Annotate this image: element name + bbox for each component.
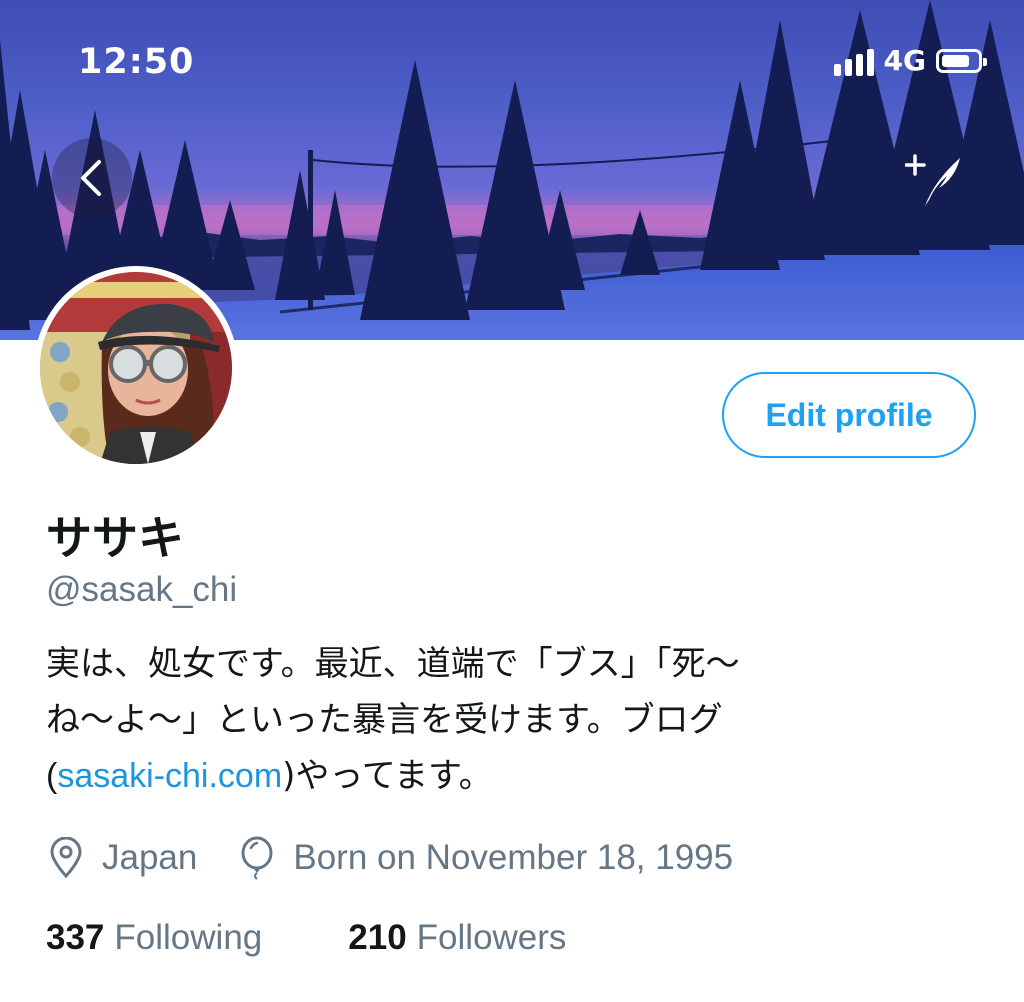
birthday-text: Born on November 18, 1995 xyxy=(293,838,734,877)
following-count: 337 xyxy=(46,918,105,957)
avatar-image xyxy=(40,272,232,464)
bio-line: 実は、処女です。最近、道端で「ブス」「死〜 xyxy=(46,644,740,684)
follow-stats: 337 Following 210 Followers xyxy=(46,918,566,958)
signal-strength-icon xyxy=(833,46,874,76)
location-pin-icon xyxy=(50,837,82,879)
edit-profile-button[interactable]: Edit profile xyxy=(722,372,976,458)
profile-bio: 実は、処女です。最近、道端で「ブス」「死〜 ね〜よ〜」といった暴言を受けます。ブ… xyxy=(46,636,946,804)
profile-avatar[interactable] xyxy=(34,266,238,470)
birthday: Born on November 18, 1995 xyxy=(239,836,733,880)
bio-line: (sasaki-chi.com)やってます。 xyxy=(46,748,946,804)
network-type: 4G xyxy=(883,44,926,77)
display-name: ササキ xyxy=(46,511,184,565)
location: Japan xyxy=(48,837,197,879)
followers-label: Followers xyxy=(416,918,567,957)
battery-icon xyxy=(936,48,987,73)
followers-link[interactable]: 210 Followers xyxy=(348,918,566,958)
bio-link[interactable]: sasaki-chi.com xyxy=(57,757,282,795)
following-link[interactable]: 337 Following xyxy=(46,918,262,958)
back-button[interactable] xyxy=(52,138,132,218)
status-indicators: 4G xyxy=(833,44,987,77)
following-label: Following xyxy=(114,918,263,957)
compose-tweet-button[interactable] xyxy=(904,150,965,210)
balloon-icon xyxy=(241,836,273,880)
status-time: 12:50 xyxy=(78,42,195,82)
username-handle: @sasak_chi xyxy=(46,570,238,609)
bio-text: ( xyxy=(46,757,58,795)
compose-tweet-icon xyxy=(904,154,960,206)
followers-count: 210 xyxy=(348,918,407,957)
profile-meta: Japan Born on November 18, 1995 xyxy=(48,836,733,880)
bio-text: )やってます。 xyxy=(282,756,493,796)
bio-line: ね〜よ〜」といった暴言を受けます。ブログ xyxy=(46,700,723,740)
location-text: Japan xyxy=(102,838,198,877)
chevron-left-icon xyxy=(81,160,101,196)
